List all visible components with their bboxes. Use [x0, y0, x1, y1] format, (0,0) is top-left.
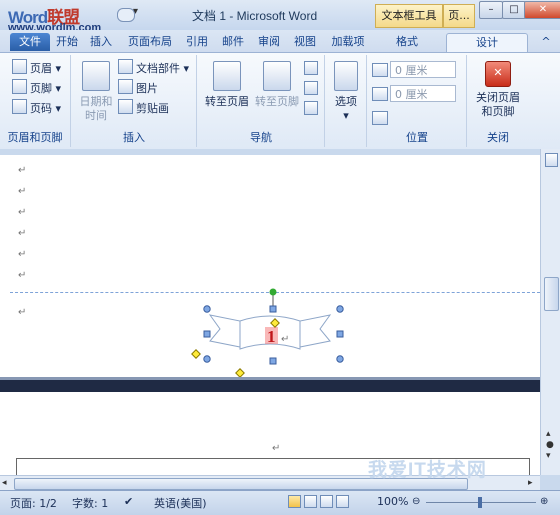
tab-design[interactable]: 设计	[446, 33, 528, 52]
status-language[interactable]: 英语(美国)	[154, 495, 207, 511]
tab-view[interactable]: 视图	[290, 33, 320, 51]
group-label-position: 位置	[406, 131, 428, 144]
picture-button[interactable]: 图片	[118, 79, 158, 97]
page-number-icon	[12, 99, 27, 114]
footer-offset-input[interactable]: 0 厘米	[390, 85, 456, 102]
browse-object-icons[interactable]: ▴ ● ▾	[546, 429, 554, 462]
ribbon: 页眉 ▾ 页脚 ▾ 页码 ▾ 页眉和页脚 日期和 时间 文档部件 ▾ 图片 剪贴…	[0, 52, 560, 150]
paragraph-mark: ↵	[272, 443, 281, 454]
context-tab-header-tools[interactable]: 页...	[443, 4, 475, 28]
header-offset-input[interactable]: 0 厘米	[390, 61, 456, 78]
previous-section-icon[interactable]	[304, 61, 318, 75]
footer-position-icon	[372, 87, 388, 101]
ribbon-minimize-icon[interactable]: ^	[538, 33, 554, 51]
paragraph-mark: ↵	[18, 165, 27, 176]
picture-icon	[118, 79, 133, 94]
next-section-icon[interactable]	[304, 81, 318, 95]
page-number-field[interactable]: 1	[267, 327, 276, 347]
zoom-level[interactable]: 100%	[377, 495, 408, 508]
tab-references[interactable]: 引用	[182, 33, 212, 51]
quick-parts-icon	[118, 59, 133, 74]
date-time-button[interactable]: 日期和 时间	[76, 61, 116, 123]
quick-parts-button[interactable]: 文档部件 ▾	[118, 59, 189, 77]
header-button[interactable]: 页眉 ▾	[12, 59, 61, 77]
close-button[interactable]: ✕	[524, 1, 560, 19]
close-header-footer-button[interactable]: ✕ 关闭页眉 和页脚	[472, 61, 524, 119]
paragraph-mark: ↵	[18, 307, 27, 318]
footer-button[interactable]: 页脚 ▾	[12, 79, 61, 97]
group-header-footer: 页眉 ▾ 页脚 ▾ 页码 ▾ 页眉和页脚	[0, 55, 71, 147]
web-layout-icon[interactable]	[320, 495, 333, 508]
paragraph-mark: ↵	[18, 207, 27, 218]
page-number-button[interactable]: 页码 ▾	[12, 99, 61, 117]
group-label-close: 关闭	[487, 131, 509, 144]
outline-icon[interactable]	[336, 495, 349, 508]
title-bar: Word联盟 www.wordlm.com ▾ 文档 1 - Microsoft…	[0, 0, 560, 34]
status-page[interactable]: 页面: 1/2	[10, 495, 57, 511]
group-label-header-footer: 页眉和页脚	[7, 131, 63, 144]
goto-footer-button[interactable]: 转至页脚	[252, 61, 302, 109]
status-bar: 页面: 1/2 字数: 1 ✔ 英语(美国) 100% ⊖ ⊕	[0, 490, 560, 515]
minimize-button[interactable]: –	[479, 1, 503, 19]
header-position-icon	[372, 63, 388, 77]
group-navigation: 转至页眉 转至页脚 导航	[198, 55, 325, 147]
paragraph-mark: ↵	[18, 228, 27, 239]
group-label-navigation: 导航	[250, 131, 272, 144]
goto-header-button[interactable]: 转至页眉	[202, 61, 252, 109]
group-close: ✕ 关闭页眉 和页脚 关闭	[468, 55, 528, 147]
proofing-icon[interactable]: ✔	[124, 495, 133, 508]
context-tab-textbox-tools[interactable]: 文本框工具	[375, 4, 443, 28]
page-gap	[0, 380, 540, 392]
ribbon-tabs: 文件 开始 插入 页面布局 引用 邮件 审阅 视图 加载项 格式 设计 ^	[0, 30, 560, 52]
clip-art-icon	[118, 99, 133, 114]
tab-review[interactable]: 审阅	[254, 33, 284, 51]
options-icon	[334, 61, 358, 91]
tab-page-layout[interactable]: 页面布局	[124, 33, 176, 51]
group-label-insert: 插入	[123, 131, 145, 144]
group-options: 选项 ▾	[326, 55, 367, 147]
goto-header-icon	[213, 61, 241, 91]
tab-addins[interactable]: 加载项	[328, 33, 368, 51]
tab-file[interactable]: 文件	[10, 33, 50, 51]
tab-home[interactable]: 开始	[52, 33, 82, 51]
status-words[interactable]: 字数: 1	[72, 495, 108, 511]
print-layout-icon[interactable]	[288, 495, 301, 508]
zoom-in-icon[interactable]: ⊕	[540, 496, 548, 507]
customize-qat-icon[interactable]: ▾	[133, 6, 138, 17]
window-title: 文档 1 - Microsoft Word	[192, 9, 318, 23]
clip-art-button[interactable]: 剪贴画	[118, 99, 169, 117]
zoom-out-icon[interactable]: ⊖	[412, 496, 420, 507]
paragraph-mark: ↵	[18, 186, 27, 197]
close-x-icon: ✕	[485, 61, 511, 87]
watermark-logo: 我爱IT技术网	[368, 460, 487, 481]
full-screen-icon[interactable]	[304, 495, 317, 508]
ruler-toggle-icon[interactable]	[545, 153, 558, 167]
rotate-handle[interactable]	[269, 288, 277, 296]
tab-format[interactable]: 格式	[390, 33, 424, 51]
options-button[interactable]: 选项 ▾	[328, 61, 364, 123]
group-insert: 日期和 时间 文档部件 ▾ 图片 剪贴画 插入	[72, 55, 197, 147]
view-buttons[interactable]	[288, 495, 368, 509]
tab-mailings[interactable]: 邮件	[218, 33, 248, 51]
footer-icon	[12, 79, 27, 94]
group-position: 0 厘米 0 厘米 位置	[368, 55, 467, 147]
document-area[interactable]: ↵ ↵ ↵ ↵ ↵ ↵ ↵ 1 ↵ ↵	[0, 155, 540, 475]
scroll-thumb[interactable]	[544, 277, 559, 311]
tab-insert[interactable]: 插入	[86, 33, 116, 51]
goto-footer-icon	[263, 61, 291, 91]
vertical-scrollbar[interactable]: ▴ ● ▾	[540, 149, 560, 475]
paragraph-mark: ↵	[18, 270, 27, 281]
calendar-icon	[82, 61, 110, 91]
insert-alignment-tab-icon[interactable]	[372, 111, 388, 125]
paragraph-mark: ↵	[281, 334, 290, 345]
paragraph-mark: ↵	[18, 249, 27, 260]
scroll-right-icon[interactable]: ▸	[528, 478, 533, 488]
restore-button[interactable]: □	[502, 1, 526, 19]
link-to-previous-icon[interactable]	[304, 101, 318, 115]
header-icon	[12, 59, 27, 74]
zoom-slider-thumb[interactable]	[478, 497, 482, 508]
scroll-left-icon[interactable]: ◂	[2, 478, 7, 488]
